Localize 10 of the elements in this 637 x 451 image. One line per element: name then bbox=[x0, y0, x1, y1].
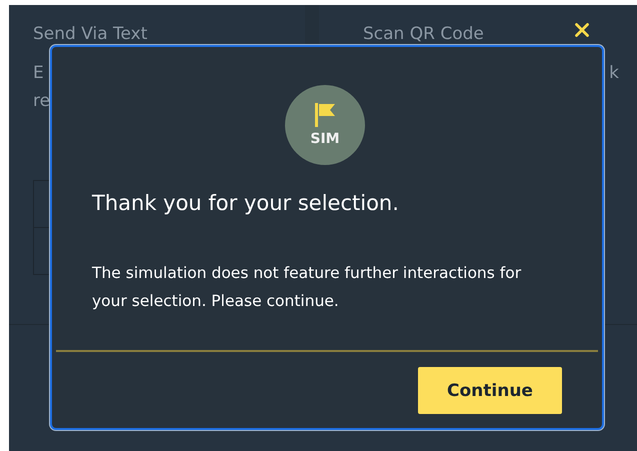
panel-text: k bbox=[609, 62, 619, 85]
panel-text: re bbox=[33, 90, 50, 113]
dialog-message: The simulation does not feature further interactions for your selection. Please continue. bbox=[92, 263, 522, 312]
badge-label: SIM bbox=[310, 131, 340, 147]
flag-icon bbox=[315, 103, 335, 127]
dialog-heading: Thank you for your selection. bbox=[92, 191, 400, 215]
continue-button[interactable]: Continue bbox=[418, 367, 562, 414]
panel-title: Send Via Text bbox=[33, 23, 148, 45]
panel-title: Scan QR Code bbox=[363, 23, 484, 45]
panel-text: E bbox=[33, 62, 44, 85]
